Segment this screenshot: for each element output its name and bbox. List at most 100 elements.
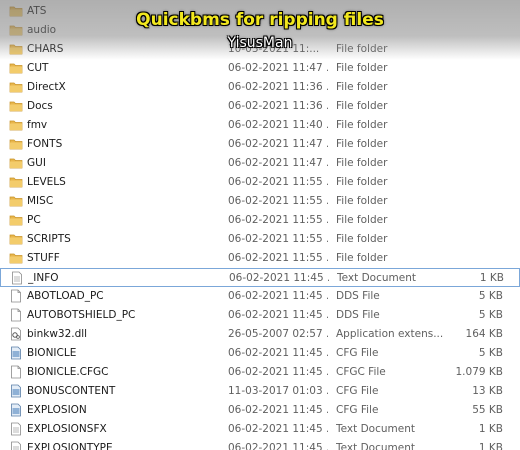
file-size: 1 KB — [478, 423, 503, 435]
folder-icon — [9, 80, 23, 94]
folder-icon — [9, 194, 23, 208]
file-row[interactable]: STUFF 06-02-2021 11:55 ... File folder — [0, 249, 520, 268]
file-row[interactable]: fmv 06-02-2021 11:40 ... File folder — [0, 116, 520, 135]
file-row[interactable]: DirectX 06-02-2021 11:36 ... File folder — [0, 78, 520, 97]
folder-icon — [9, 61, 23, 75]
file-type: File folder — [336, 233, 388, 245]
file-type: CFG File — [336, 347, 379, 359]
file-type: File folder — [336, 176, 388, 188]
file-name: BONUSCONTENT — [27, 385, 116, 397]
file-date-modified: 06-02-2021 11:45 ... — [228, 366, 328, 378]
folder-icon — [9, 156, 23, 170]
file-row[interactable]: BIONICLE 06-02-2021 11:45 ... CFG File 5 KB — [0, 344, 520, 363]
file-name: EXPLOSIONSFX — [27, 423, 107, 435]
file-date-modified: 06-02-2021 11:47 ... — [228, 157, 328, 169]
file-row[interactable]: PC 06-02-2021 11:55 ... File folder — [0, 211, 520, 230]
file-size — [440, 154, 503, 173]
file-date-modified: 11-03-2017 01:03 ... — [228, 385, 328, 397]
file-size: 5 KB — [478, 347, 503, 359]
file-size — [440, 249, 503, 268]
file-name: ABOTLOAD_PC — [27, 290, 104, 302]
file-row[interactable]: Docs 06-02-2021 11:36 ... File folder — [0, 97, 520, 116]
file-size — [440, 116, 503, 135]
file-row[interactable]: EXPLOSIONSFX 06-02-2021 11:45 ... Text Doc… — [0, 420, 520, 439]
file-row[interactable]: _INFO 06-02-2021 11:45 ... Text Document 1 … — [0, 268, 520, 287]
file-row[interactable]: GUI 06-02-2021 11:47 ... File folder — [0, 154, 520, 173]
file-list: ATSaudioCHARS10-03-2021 11:...File folde… — [0, 0, 520, 450]
cfg-icon — [9, 384, 23, 398]
file-type: CFGC File — [336, 366, 386, 378]
file-name: BIONICLE.CFGC — [27, 366, 109, 378]
file-size — [440, 97, 503, 116]
cfg-icon — [9, 346, 23, 360]
file-name: FONTS — [27, 138, 63, 150]
file-row[interactable]: SCRIPTS 06-02-2021 11:55 ... File folder — [0, 230, 520, 249]
file-size — [440, 211, 503, 230]
file-type: CFG File — [336, 404, 379, 416]
file-row[interactable]: EXPLOSIONTYPE 06-02-2021 11:45 ... Text Do… — [0, 439, 520, 450]
file-name: LEVELS — [27, 176, 66, 188]
file-date-modified: 06-02-2021 11:55 ... — [228, 214, 328, 226]
file-row[interactable]: BONUSCONTENT 11-03-2017 01:03 ... CFG File… — [0, 382, 520, 401]
text-document-icon — [9, 422, 23, 436]
file-type: File folder — [336, 100, 388, 112]
file-date-modified: 06-02-2021 11:55 ... — [228, 252, 328, 264]
file-type: Text Document — [336, 442, 415, 450]
folder-icon — [9, 251, 23, 265]
file-type: Text Document — [336, 423, 415, 435]
file-type: File folder — [336, 119, 388, 131]
file-type: File folder — [336, 214, 388, 226]
file-icon — [9, 308, 23, 322]
file-date-modified: 06-02-2021 11:40 ... — [228, 119, 328, 131]
file-row[interactable]: AUTOBOTSHIELD_PC 06-02-2021 11:45 ... DDS … — [0, 306, 520, 325]
file-name: DirectX — [27, 81, 66, 93]
file-date-modified: 06-02-2021 11:55 ... — [228, 233, 328, 245]
file-size: 5 KB — [478, 309, 503, 321]
file-size — [440, 173, 503, 192]
file-size: 13 KB — [472, 385, 503, 397]
file-row[interactable]: FONTS 06-02-2021 11:47 ... File folder — [0, 135, 520, 154]
folder-icon — [9, 118, 23, 132]
title-shade — [0, 0, 520, 60]
cfg-icon — [9, 403, 23, 417]
file-type: File folder — [336, 252, 388, 264]
file-name: SCRIPTS — [27, 233, 71, 245]
file-date-modified: 06-02-2021 11:45 ... — [228, 442, 328, 450]
file-row[interactable]: CUT 06-02-2021 11:47 ... File folder — [0, 59, 520, 78]
file-date-modified: 06-02-2021 11:47 ... — [228, 138, 328, 150]
file-size: 1 KB — [478, 442, 503, 450]
folder-icon — [9, 232, 23, 246]
folder-icon — [9, 99, 23, 113]
file-row[interactable]: MISC 06-02-2021 11:55 ... File folder — [0, 192, 520, 211]
file-date-modified: 06-02-2021 11:55 ... — [228, 176, 328, 188]
file-name: EXPLOSIONTYPE — [27, 442, 113, 450]
file-row[interactable]: ABOTLOAD_PC 06-02-2021 11:45 ... DDS File 5… — [0, 287, 520, 306]
file-size — [440, 78, 503, 97]
file-date-modified: 06-02-2021 11:45 ... — [228, 290, 328, 302]
file-size — [440, 135, 503, 154]
file-row[interactable]: LEVELS 06-02-2021 11:55 ... File folder — [0, 173, 520, 192]
file-type: Application extens... — [336, 328, 444, 340]
file-size — [440, 59, 503, 78]
file-size: 1 KB — [479, 272, 504, 284]
file-row[interactable]: binkw32.dll 26-05-2007 02:57 ... Applicati… — [0, 325, 520, 344]
file-row[interactable]: EXPLOSION 06-02-2021 11:45 ... CFG File 55 … — [0, 401, 520, 420]
file-name: MISC — [27, 195, 54, 207]
file-type: File folder — [336, 62, 388, 74]
file-date-modified: 26-05-2007 02:57 ... — [228, 328, 328, 340]
file-name: AUTOBOTSHIELD_PC — [27, 309, 136, 321]
file-name: binkw32.dll — [27, 328, 88, 340]
file-date-modified: 06-02-2021 11:36 ... — [228, 100, 328, 112]
file-name: GUI — [27, 157, 46, 169]
file-name: Docs — [27, 100, 53, 112]
file-type: File folder — [336, 157, 388, 169]
folder-icon — [9, 175, 23, 189]
file-date-modified: 06-02-2021 11:55 ... — [228, 195, 328, 207]
file-type: DDS File — [336, 290, 380, 302]
file-name: STUFF — [27, 252, 60, 264]
file-icon — [9, 289, 23, 303]
file-name: fmv — [27, 119, 48, 131]
text-document-icon — [10, 271, 24, 285]
file-row[interactable]: BIONICLE.CFGC 06-02-2021 11:45 ... CFGC Fi… — [0, 363, 520, 382]
folder-icon — [9, 137, 23, 151]
